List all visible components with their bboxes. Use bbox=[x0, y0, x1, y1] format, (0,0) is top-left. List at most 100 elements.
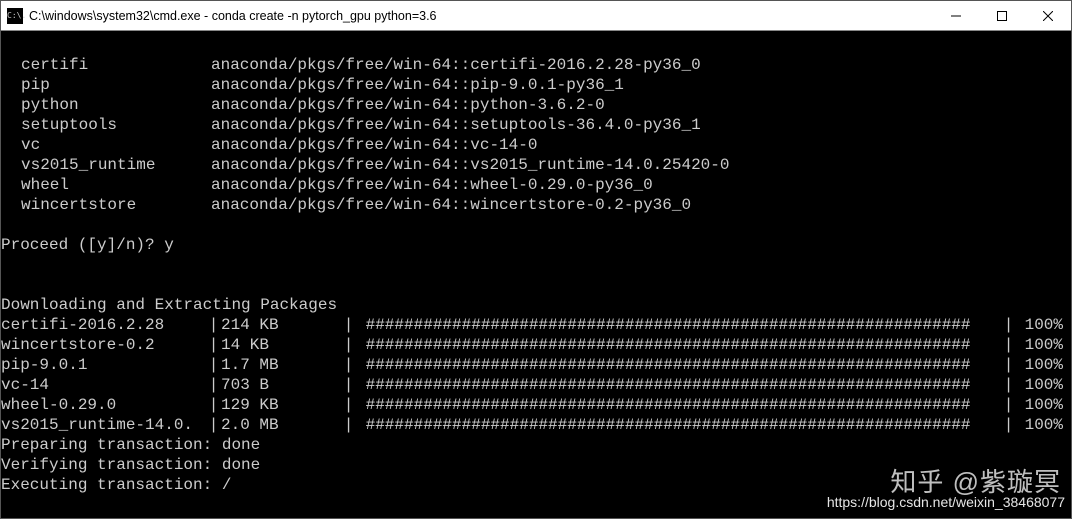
verifying-status: done bbox=[222, 456, 260, 474]
pipe-separator: | bbox=[1001, 395, 1016, 415]
download-name: certifi-2016.2.28 bbox=[1, 315, 206, 335]
package-name: certifi bbox=[21, 55, 211, 75]
preparing-status: done bbox=[222, 436, 260, 454]
package-name: vs2015_runtime bbox=[21, 155, 211, 175]
prompt-question: Proceed ([y]/n)? bbox=[1, 236, 164, 254]
package-name: wincertstore bbox=[21, 195, 211, 215]
preparing-label: Preparing transaction: bbox=[1, 436, 222, 454]
package-spec: anaconda/pkgs/free/win-64::vc-14-0 bbox=[211, 135, 537, 155]
download-name: vc-14 bbox=[1, 375, 206, 395]
package-row: wheelanaconda/pkgs/free/win-64::wheel-0.… bbox=[1, 175, 1071, 195]
pipe-separator: | bbox=[206, 315, 221, 335]
pipe-separator: | bbox=[341, 375, 356, 395]
package-spec: anaconda/pkgs/free/win-64::certifi-2016.… bbox=[211, 55, 701, 75]
download-percent: 100% bbox=[1016, 355, 1071, 375]
download-row: wheel-0.29.0|129 KB| ###################… bbox=[1, 395, 1071, 415]
package-name: vc bbox=[21, 135, 211, 155]
pipe-separator: | bbox=[341, 395, 356, 415]
titlebar[interactable]: C:\. C:\windows\system32\cmd.exe - conda… bbox=[1, 1, 1071, 31]
pipe-separator: | bbox=[1001, 375, 1016, 395]
executing-transaction: Executing transaction: / bbox=[1, 475, 1071, 495]
maximize-icon bbox=[997, 11, 1007, 21]
pipe-separator: | bbox=[206, 415, 221, 435]
download-row: wincertstore-0.2|14 KB| ################… bbox=[1, 335, 1071, 355]
download-progress-list: certifi-2016.2.28|214 KB| ##############… bbox=[1, 315, 1071, 435]
package-spec: anaconda/pkgs/free/win-64::vs2015_runtim… bbox=[211, 155, 729, 175]
window-controls bbox=[933, 1, 1071, 30]
download-percent: 100% bbox=[1016, 375, 1071, 395]
pipe-separator: | bbox=[206, 355, 221, 375]
download-name: wincertstore-0.2 bbox=[1, 335, 206, 355]
download-row: certifi-2016.2.28|214 KB| ##############… bbox=[1, 315, 1071, 335]
pipe-separator: | bbox=[206, 375, 221, 395]
executing-status: / bbox=[222, 476, 232, 494]
pipe-separator: | bbox=[341, 335, 356, 355]
maximize-button[interactable] bbox=[979, 1, 1025, 30]
blank-line bbox=[1, 255, 1071, 275]
cmd-window: C:\. C:\windows\system32\cmd.exe - conda… bbox=[0, 0, 1072, 519]
progress-bar: ########################################… bbox=[356, 315, 1001, 335]
package-row: vs2015_runtimeanaconda/pkgs/free/win-64:… bbox=[1, 155, 1071, 175]
close-button[interactable] bbox=[1025, 1, 1071, 30]
executing-label: Executing transaction: bbox=[1, 476, 222, 494]
blank-line bbox=[1, 275, 1071, 295]
pipe-separator: | bbox=[341, 415, 356, 435]
download-size: 2.0 MB bbox=[221, 415, 341, 435]
package-row: wincertstoreanaconda/pkgs/free/win-64::w… bbox=[1, 195, 1071, 215]
package-spec: anaconda/pkgs/free/win-64::python-3.6.2-… bbox=[211, 95, 605, 115]
download-percent: 100% bbox=[1016, 415, 1071, 435]
watermark-url: https://blog.csdn.net/weixin_38468077 bbox=[827, 492, 1065, 512]
preparing-transaction: Preparing transaction: done bbox=[1, 435, 1071, 455]
progress-bar: ########################################… bbox=[356, 415, 1001, 435]
download-name: wheel-0.29.0 bbox=[1, 395, 206, 415]
download-percent: 100% bbox=[1016, 335, 1071, 355]
window-title: C:\windows\system32\cmd.exe - conda crea… bbox=[29, 9, 933, 23]
pipe-separator: | bbox=[206, 335, 221, 355]
progress-bar: ########################################… bbox=[356, 375, 1001, 395]
package-plan-list: certifianaconda/pkgs/free/win-64::certif… bbox=[1, 55, 1071, 215]
download-header: Downloading and Extracting Packages bbox=[1, 295, 1071, 315]
minimize-button[interactable] bbox=[933, 1, 979, 30]
terminal-output[interactable]: certifianaconda/pkgs/free/win-64::certif… bbox=[1, 31, 1071, 518]
app-icon: C:\. bbox=[7, 8, 23, 24]
package-row: pipanaconda/pkgs/free/win-64::pip-9.0.1-… bbox=[1, 75, 1071, 95]
progress-bar: ########################################… bbox=[356, 335, 1001, 355]
package-name: wheel bbox=[21, 175, 211, 195]
pipe-separator: | bbox=[1001, 315, 1016, 335]
progress-bar: ########################################… bbox=[356, 395, 1001, 415]
proceed-prompt: Proceed ([y]/n)? y bbox=[1, 235, 1071, 255]
download-size: 214 KB bbox=[221, 315, 341, 335]
download-name: vs2015_runtime-14.0. bbox=[1, 415, 206, 435]
package-spec: anaconda/pkgs/free/win-64::setuptools-36… bbox=[211, 115, 701, 135]
verifying-transaction: Verifying transaction: done bbox=[1, 455, 1071, 475]
package-row: vcanaconda/pkgs/free/win-64::vc-14-0 bbox=[1, 135, 1071, 155]
package-row: certifianaconda/pkgs/free/win-64::certif… bbox=[1, 55, 1071, 75]
download-row: vc-14|703 B| ###########################… bbox=[1, 375, 1071, 395]
progress-bar: ########################################… bbox=[356, 355, 1001, 375]
pipe-separator: | bbox=[341, 355, 356, 375]
blank-line bbox=[1, 215, 1071, 235]
pipe-separator: | bbox=[1001, 355, 1016, 375]
pipe-separator: | bbox=[1001, 335, 1016, 355]
verifying-label: Verifying transaction: bbox=[1, 456, 222, 474]
package-spec: anaconda/pkgs/free/win-64::wheel-0.29.0-… bbox=[211, 175, 653, 195]
pipe-separator: | bbox=[1001, 415, 1016, 435]
download-row: vs2015_runtime-14.0.|2.0 MB| ###########… bbox=[1, 415, 1071, 435]
prompt-answer: y bbox=[164, 236, 174, 254]
package-row: pythonanaconda/pkgs/free/win-64::python-… bbox=[1, 95, 1071, 115]
package-name: python bbox=[21, 95, 211, 115]
download-percent: 100% bbox=[1016, 395, 1071, 415]
download-size: 703 B bbox=[221, 375, 341, 395]
package-spec: anaconda/pkgs/free/win-64::wincertstore-… bbox=[211, 195, 691, 215]
minimize-icon bbox=[951, 11, 961, 21]
close-icon bbox=[1043, 11, 1053, 21]
package-row: setuptoolsanaconda/pkgs/free/win-64::set… bbox=[1, 115, 1071, 135]
pipe-separator: | bbox=[341, 315, 356, 335]
download-size: 129 KB bbox=[221, 395, 341, 415]
download-name: pip-9.0.1 bbox=[1, 355, 206, 375]
download-row: pip-9.0.1|1.7 MB| ######################… bbox=[1, 355, 1071, 375]
download-size: 1.7 MB bbox=[221, 355, 341, 375]
blank-line bbox=[1, 35, 1071, 55]
pipe-separator: | bbox=[206, 395, 221, 415]
download-size: 14 KB bbox=[221, 335, 341, 355]
